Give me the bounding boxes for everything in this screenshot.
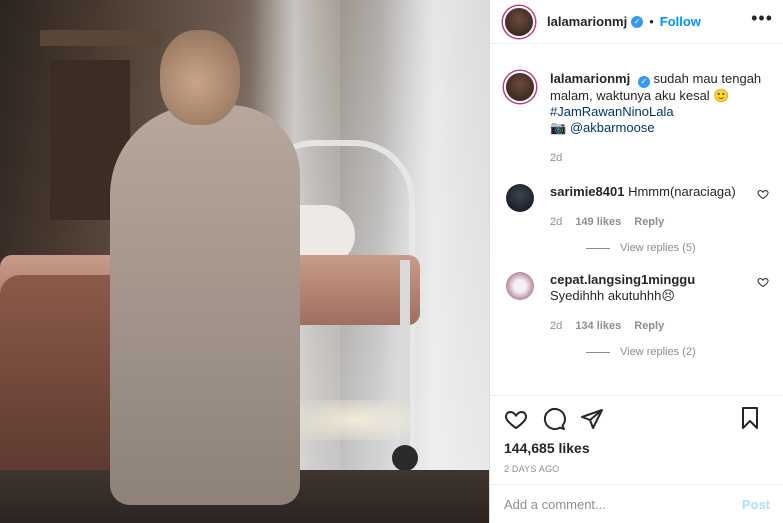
caption-username[interactable]: lalamarionmj <box>550 71 630 86</box>
bookmark-icon[interactable] <box>738 406 762 430</box>
view-replies-label: View replies (2) <box>620 346 696 358</box>
comment-meta: 2d 149 likes Reply <box>550 214 736 230</box>
post-sidebar: lalamarionmj ✓ • Follow ••• lalamarionmj… <box>489 0 783 523</box>
share-icon[interactable] <box>580 407 604 431</box>
photo-bed-wheel <box>392 445 418 471</box>
photo-person-head <box>160 30 240 125</box>
camera-icon: 📷 <box>550 120 567 135</box>
comment-meta: 2d 134 likes Reply <box>550 318 695 334</box>
caption-meta: 2d <box>550 150 771 166</box>
comment-input[interactable] <box>504 496 742 512</box>
caption-hashtag[interactable]: #JamRawanNinoLala <box>550 104 674 119</box>
comment-time[interactable]: 2d <box>550 216 562 228</box>
reply-button[interactable]: Reply <box>634 320 664 332</box>
comment-like-heart-icon[interactable] <box>757 188 769 200</box>
post-photo[interactable] <box>0 0 489 523</box>
comment-item: sarimie8401 Hmmm(naraciaga) 2d 149 likes… <box>504 184 771 230</box>
reply-button[interactable]: Reply <box>634 216 664 228</box>
add-comment-bar: Post <box>490 484 783 523</box>
comment-item: cepat.langsing1minggu Syedihhh akutuhhh😣… <box>504 272 771 334</box>
post-actions: 144,685 likes 2 DAYS AGO <box>490 395 783 475</box>
post-timestamp[interactable]: 2 DAYS AGO <box>504 464 770 474</box>
post-header: lalamarionmj ✓ • Follow ••• <box>490 0 783 44</box>
view-replies-label: View replies (5) <box>620 242 696 254</box>
commenter-avatar[interactable] <box>506 272 534 300</box>
comments-section[interactable]: lalamarionmj ✓ sudah mau tengah malam, w… <box>490 55 783 390</box>
comment-body: cepat.langsing1minggu Syedihhh akutuhhh😣… <box>550 272 695 334</box>
caption: lalamarionmj ✓ sudah mau tengah malam, w… <box>504 71 771 166</box>
photo-person-robe <box>110 105 300 505</box>
caption-mention[interactable]: @akbarmoose <box>570 120 655 135</box>
follow-button[interactable]: Follow <box>660 14 701 29</box>
verified-badge-icon: ✓ <box>631 15 644 28</box>
commenter-username[interactable]: sarimie8401 <box>550 184 624 199</box>
likes-count[interactable]: 144,685 likes <box>504 440 770 456</box>
heart-icon[interactable] <box>504 407 528 431</box>
comment-likes[interactable]: 134 likes <box>575 320 621 332</box>
view-replies-line <box>586 351 610 353</box>
view-replies-button[interactable]: View replies (2) <box>586 346 771 358</box>
comment-text: Hmmm(naraciaga) <box>628 184 736 199</box>
view-replies-button[interactable]: View replies (5) <box>586 242 771 254</box>
photo-fairy-lights <box>300 400 410 440</box>
action-icons <box>504 404 770 434</box>
commenter-username[interactable]: cepat.langsing1minggu <box>550 272 695 287</box>
header-separator: • <box>649 14 654 29</box>
caption-author-avatar[interactable] <box>504 71 536 103</box>
more-options-icon[interactable]: ••• <box>751 8 773 29</box>
caption-time[interactable]: 2d <box>550 152 562 164</box>
comment-time[interactable]: 2d <box>550 320 562 332</box>
photo-shelf <box>40 30 160 46</box>
comment-body: sarimie8401 Hmmm(naraciaga) 2d 149 likes… <box>550 184 736 230</box>
author-avatar[interactable] <box>503 5 535 38</box>
caption-body: lalamarionmj ✓ sudah mau tengah malam, w… <box>550 71 771 166</box>
verified-badge-icon: ✓ <box>637 76 650 88</box>
commenter-avatar[interactable] <box>506 184 534 212</box>
view-replies-line <box>586 247 610 249</box>
comment-likes[interactable]: 149 likes <box>575 216 621 228</box>
post-comment-button[interactable]: Post <box>742 497 770 512</box>
comment-like-heart-icon[interactable] <box>757 276 769 288</box>
comment-text: Syedihhh akutuhhh😣 <box>550 288 675 303</box>
author-username[interactable]: lalamarionmj <box>547 14 627 29</box>
comment-icon[interactable] <box>542 407 566 431</box>
